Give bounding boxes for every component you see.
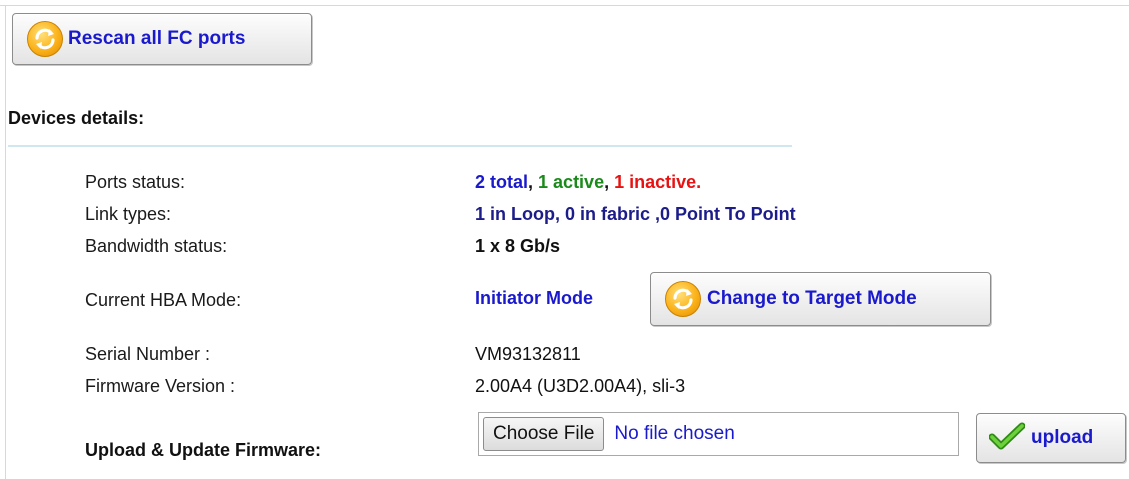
firmware-file-input[interactable]: Choose File No file chosen xyxy=(478,412,959,456)
ports-total: 2 total xyxy=(475,172,529,192)
choose-file-button[interactable]: Choose File xyxy=(483,417,605,451)
serial-number-label: Serial Number : xyxy=(85,344,211,364)
section-divider xyxy=(8,145,792,147)
frame-top-border xyxy=(0,5,1129,6)
hba-mode-value: Initiator Mode xyxy=(475,288,593,308)
ports-separator-2: , xyxy=(604,172,615,192)
ports-status-value: 2 total, 1 active, 1 inactive. xyxy=(475,172,701,193)
frame-left-border xyxy=(5,5,6,479)
link-types-value: 1 in Loop, 0 in fabric ,0 Point To Point xyxy=(475,204,796,224)
firmware-version-value: 2.00A4 (U3D2.00A4), sli-3 xyxy=(475,376,686,396)
ports-inactive: 1 inactive. xyxy=(614,172,702,192)
upload-button-label: upload xyxy=(1031,427,1094,448)
ports-active: 1 active xyxy=(538,172,605,192)
check-icon xyxy=(988,422,1026,455)
file-status-text: No file chosen xyxy=(614,423,735,444)
bandwidth-status-label: Bandwidth status: xyxy=(85,236,228,256)
ports-separator-1: , xyxy=(528,172,539,192)
serial-number-value: VM93132811 xyxy=(475,344,581,364)
rescan-button-label: Rescan all FC ports xyxy=(68,28,246,49)
firmware-version-label: Firmware Version : xyxy=(85,376,236,396)
section-title: Devices details: xyxy=(8,108,145,128)
ports-status-label: Ports status: xyxy=(85,172,186,192)
upload-button[interactable]: upload xyxy=(976,413,1126,463)
hba-mode-label: Current HBA Mode: xyxy=(85,290,242,310)
upload-firmware-label: Upload & Update Firmware: xyxy=(85,440,322,460)
link-types-label: Link types: xyxy=(85,204,172,224)
rescan-all-fc-ports-button[interactable]: Rescan all FC ports xyxy=(12,13,312,65)
change-mode-button-label: Change to Target Mode xyxy=(707,288,917,309)
change-to-target-mode-button[interactable]: Change to Target Mode xyxy=(650,272,991,326)
refresh-icon xyxy=(665,281,701,317)
refresh-icon xyxy=(27,21,63,57)
bandwidth-status-value: 1 x 8 Gb/s xyxy=(475,236,561,256)
